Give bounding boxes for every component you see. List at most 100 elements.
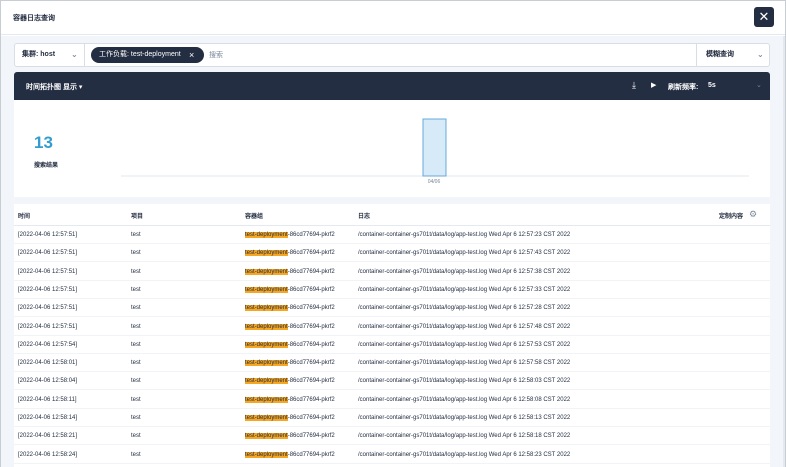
highlight-match: test-deployment — [245, 378, 288, 385]
table-row[interactable]: [2022-04-06 12:57:51] test test-deployment… — [14, 281, 770, 299]
log-table: 时间 项目 容器组 日志 定制内容 ⚙ [2022-04-06 12:57:51… — [14, 204, 770, 467]
cell-time: [2022-04-06 12:57:54] — [18, 341, 78, 348]
query-mode-label: 模糊查询 — [706, 51, 734, 58]
cell-project: test — [131, 305, 141, 312]
cell-time: [2022-04-06 12:57:51] — [18, 286, 78, 293]
table-row[interactable]: [2022-04-06 12:58:14] test test-deployment… — [14, 409, 770, 427]
modal-body: 集群: host ⌄ 工作负载: test-deployment × 模糊查询 … — [1, 36, 785, 467]
cell-log: /container-container-gs701t/data/log/app… — [358, 250, 571, 257]
table-row[interactable]: [2022-04-06 12:58:24] test test-deployment… — [14, 446, 770, 464]
cell-project: test — [131, 433, 141, 440]
highlight-match: test-deployment — [245, 433, 288, 440]
table-row[interactable]: [2022-04-06 12:58:21] test test-deployment… — [14, 427, 770, 446]
table-row[interactable]: [2022-04-06 12:58:04] test test-deployment… — [14, 372, 770, 391]
table-row[interactable]: [2022-04-06 12:57:54] test test-deployment… — [14, 336, 770, 354]
cell-project: test — [131, 268, 141, 275]
highlight-match: test-deployment — [245, 305, 288, 312]
chip-close-icon[interactable]: × — [189, 47, 194, 63]
chevron-down-icon: ⌄ — [757, 50, 764, 59]
cell-container-group[interactable]: test-deployment-86cd77694-pkrf2 — [245, 341, 335, 348]
cell-log: /container-container-gs701t/data/log/app… — [358, 323, 571, 330]
cell-container-group[interactable]: test-deployment-86cd77694-pkrf2 — [245, 268, 335, 275]
cell-log: /container-container-gs701t/data/log/app… — [358, 268, 571, 275]
table-row[interactable]: [2022-04-06 12:57:51] test test-deployment… — [14, 318, 770, 336]
cluster-select[interactable]: 集群: host ⌄ — [15, 44, 85, 66]
cell-time: [2022-04-06 12:58:21] — [18, 433, 78, 440]
histogram-toggle[interactable]: 时间拓扑图 显示 ▾ — [26, 82, 82, 92]
container-group-suffix: -86cd77694-pkrf2 — [287, 360, 335, 367]
cell-time: [2022-04-06 12:58:01] — [18, 360, 78, 367]
table-row[interactable]: [2022-04-06 12:57:51] test test-deployment… — [14, 299, 770, 318]
col-container-group: 容器组 — [245, 214, 264, 220]
cell-project: test — [131, 323, 141, 330]
cell-time: [2022-04-06 12:57:51] — [18, 250, 78, 257]
cell-time: [2022-04-06 12:58:11] — [18, 396, 77, 403]
search-bar: 集群: host ⌄ 工作负载: test-deployment × 模糊查询 … — [14, 43, 770, 67]
download-icon[interactable]: ⤓ — [632, 80, 636, 91]
highlight-match: test-deployment — [245, 415, 288, 421]
highlight-match: test-deployment — [245, 268, 288, 275]
table-row[interactable]: [2022-04-06 12:57:51] test test-deployment… — [14, 226, 770, 244]
search-input[interactable] — [209, 48, 689, 62]
table-row[interactable]: [2022-04-06 12:58:01] test test-deployment… — [14, 354, 770, 373]
cell-log: /container-container-gs701t/data/log/app… — [358, 305, 571, 312]
play-icon[interactable]: ▶ — [651, 81, 656, 89]
cell-log: /container-container-gs701t/data/log/app… — [358, 451, 571, 458]
cell-project: test — [131, 415, 141, 421]
refresh-interval-select[interactable]: 5s — [708, 82, 716, 89]
cell-container-group[interactable]: test-deployment-86cd77694-pkrf2 — [245, 286, 335, 293]
highlight-match: test-deployment — [245, 232, 288, 238]
histogram-chart: 04/06 — [121, 118, 749, 185]
cell-project: test — [131, 378, 141, 385]
gear-icon[interactable]: ⚙ — [749, 209, 757, 220]
cell-container-group[interactable]: test-deployment-86cd77694-pkrf2 — [245, 396, 335, 403]
query-mode-select[interactable]: 模糊查询 ⌄ — [696, 44, 770, 66]
scrollbar-track[interactable] — [783, 36, 785, 467]
cell-time: [2022-04-06 12:58:24] — [18, 451, 78, 458]
chevron-down-icon: ⌄ — [71, 50, 78, 59]
caret-down-icon: ▾ — [78, 84, 83, 91]
histogram-bar[interactable] — [422, 118, 447, 177]
cell-project: test — [131, 250, 141, 257]
cell-container-group[interactable]: test-deployment-86cd77694-pkrf2 — [245, 250, 335, 257]
highlight-match: test-deployment — [245, 341, 288, 348]
workload-filter-chip[interactable]: 工作负载: test-deployment × — [91, 47, 204, 63]
cell-project: test — [131, 396, 141, 403]
container-group-suffix: -86cd77694-pkrf2 — [287, 232, 335, 238]
cell-project: test — [131, 341, 141, 348]
container-group-suffix: -86cd77694-pkrf2 — [287, 433, 335, 440]
cluster-label: 集群: host — [22, 51, 56, 58]
cell-container-group[interactable]: test-deployment-86cd77694-pkrf2 — [245, 415, 335, 421]
histogram-panel: 13 搜索结果 04/06 — [14, 100, 770, 197]
chevron-down-icon: ⌄ — [756, 82, 762, 89]
cell-container-group[interactable]: test-deployment-86cd77694-pkrf2 — [245, 433, 335, 440]
cell-project: test — [131, 286, 141, 293]
highlight-match: test-deployment — [245, 360, 288, 367]
table-row[interactable]: [2022-04-06 12:57:51] test test-deployment… — [14, 263, 770, 281]
cell-container-group[interactable]: test-deployment-86cd77694-pkrf2 — [245, 451, 335, 458]
col-time: 时间 — [18, 214, 31, 220]
chip-label: 工作负载: test-deployment — [99, 51, 181, 58]
cell-container-group[interactable]: test-deployment-86cd77694-pkrf2 — [245, 232, 335, 238]
cell-project: test — [131, 232, 141, 238]
cell-container-group[interactable]: test-deployment-86cd77694-pkrf2 — [245, 305, 335, 312]
cell-time: [2022-04-06 12:58:04] — [18, 378, 78, 385]
table-row[interactable]: [2022-04-06 12:57:51] test test-deployment… — [14, 244, 770, 263]
container-group-suffix: -86cd77694-pkrf2 — [287, 378, 335, 385]
cell-time: [2022-04-06 12:57:51] — [18, 323, 78, 330]
cell-container-group[interactable]: test-deployment-86cd77694-pkrf2 — [245, 378, 335, 385]
container-group-suffix: -86cd77694-pkrf2 — [287, 250, 335, 257]
cell-time: [2022-04-06 12:57:51] — [18, 232, 78, 238]
cell-log: /container-container-gs701t/data/log/app… — [358, 433, 571, 440]
refresh-label: 刷新频率: — [668, 84, 699, 91]
container-group-suffix: -86cd77694-pkrf2 — [287, 341, 335, 348]
table-row[interactable]: [2022-04-06 12:58:11] test test-deployment… — [14, 391, 770, 409]
cell-container-group[interactable]: test-deployment-86cd77694-pkrf2 — [245, 323, 335, 330]
highlight-match: test-deployment — [245, 451, 288, 458]
container-group-suffix: -86cd77694-pkrf2 — [287, 396, 335, 403]
close-button[interactable]: ✕ — [754, 7, 774, 27]
col-custom[interactable]: 定制内容 — [719, 211, 743, 220]
container-group-suffix: -86cd77694-pkrf2 — [287, 451, 335, 458]
highlight-match: test-deployment — [245, 396, 288, 403]
cell-container-group[interactable]: test-deployment-86cd77694-pkrf2 — [245, 360, 335, 367]
